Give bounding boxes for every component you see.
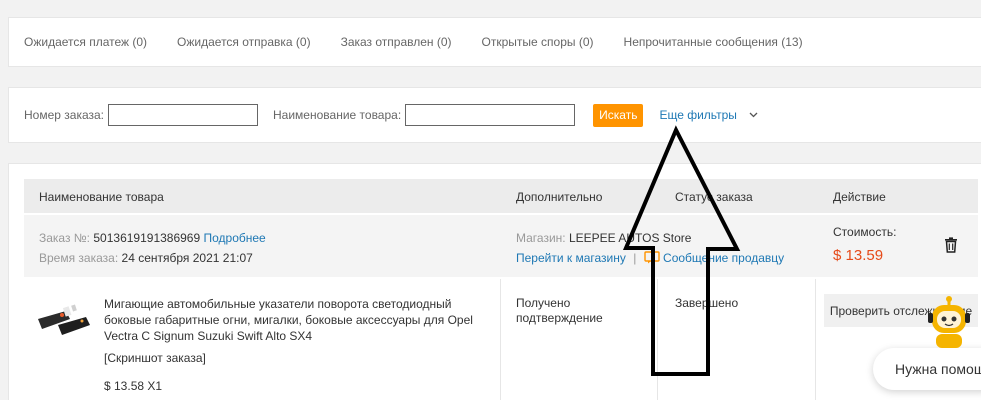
- header-extra: Дополнительно: [516, 190, 603, 204]
- table-header: Наименование товара Дополнительно Статус…: [24, 179, 978, 213]
- store-caption: Магазин:: [516, 231, 566, 245]
- order-number-label: Номер заказа:: [24, 108, 105, 122]
- chevron-down-icon[interactable]: [749, 110, 758, 121]
- delete-order-trash-icon[interactable]: [944, 237, 958, 253]
- message-icon[interactable]: [643, 251, 660, 267]
- go-to-store-link[interactable]: Перейти к магазину: [516, 251, 626, 265]
- tab-shipped[interactable]: Заказ отправлен (0): [341, 35, 452, 49]
- store-name: LEEPEE AUTOS Store: [568, 231, 692, 245]
- order-status: Завершено: [675, 296, 739, 310]
- order-time-caption: Время заказа:: [39, 251, 119, 265]
- order-time-value: 24 сентября 2021 21:07: [121, 251, 253, 265]
- tab-open-disputes[interactable]: Открытые споры (0): [482, 35, 594, 49]
- order-cost: $ 13.59: [833, 247, 884, 264]
- product-name-label: Наименование товара:: [273, 108, 402, 122]
- order-info-row: Заказ №: 5013619191386969 Подробнее Врем…: [24, 215, 978, 277]
- header-action: Действие: [833, 190, 886, 204]
- order-details-link[interactable]: Подробнее: [204, 231, 266, 245]
- assistant-robot-icon[interactable]: [924, 295, 974, 350]
- order-snapshot-link[interactable]: [Скриншот заказа]: [104, 351, 206, 365]
- more-filters-link[interactable]: Еще фильтры: [659, 108, 736, 122]
- order-number-value: 5013619191386969: [93, 231, 201, 245]
- confirmation-status: Получено подтверждение: [516, 296, 603, 325]
- order-number-caption: Заказ №:: [39, 231, 91, 245]
- column-divider: [500, 279, 501, 400]
- header-status: Статус заказа: [675, 190, 753, 204]
- product-thumbnail[interactable]: [36, 303, 92, 339]
- search-button[interactable]: Искать: [593, 103, 644, 127]
- unit-price: $ 13.58 X1: [104, 379, 163, 393]
- help-bubble[interactable]: Нужна помощь?: [873, 348, 981, 390]
- tab-awaiting-shipment[interactable]: Ожидается отправка (0): [177, 35, 311, 49]
- product-row: Мигающие автомобильные указатели поворот…: [24, 279, 978, 400]
- tab-awaiting-payment[interactable]: Ожидается платеж (0): [24, 35, 147, 49]
- message-seller-link[interactable]: Сообщение продавцу: [663, 251, 784, 265]
- order-status-tabs: Ожидается платеж (0) Ожидается отправка …: [8, 17, 981, 67]
- orders-panel: Наименование товара Дополнительно Статус…: [8, 163, 981, 400]
- column-divider: [657, 279, 658, 400]
- order-number-input[interactable]: [108, 104, 259, 126]
- cost-caption: Стоимость:: [833, 225, 897, 239]
- filter-bar: Номер заказа: Наименование товара: Искат…: [8, 87, 981, 143]
- tab-unread-messages[interactable]: Непрочитанные сообщения (13): [624, 35, 803, 49]
- header-product: Наименование товара: [39, 190, 164, 204]
- product-title-link[interactable]: Мигающие автомобильные указатели поворот…: [104, 296, 489, 344]
- column-divider: [815, 279, 816, 400]
- link-divider: |: [633, 251, 637, 265]
- product-name-input[interactable]: [405, 104, 576, 126]
- help-label: Нужна помощь?: [895, 361, 981, 377]
